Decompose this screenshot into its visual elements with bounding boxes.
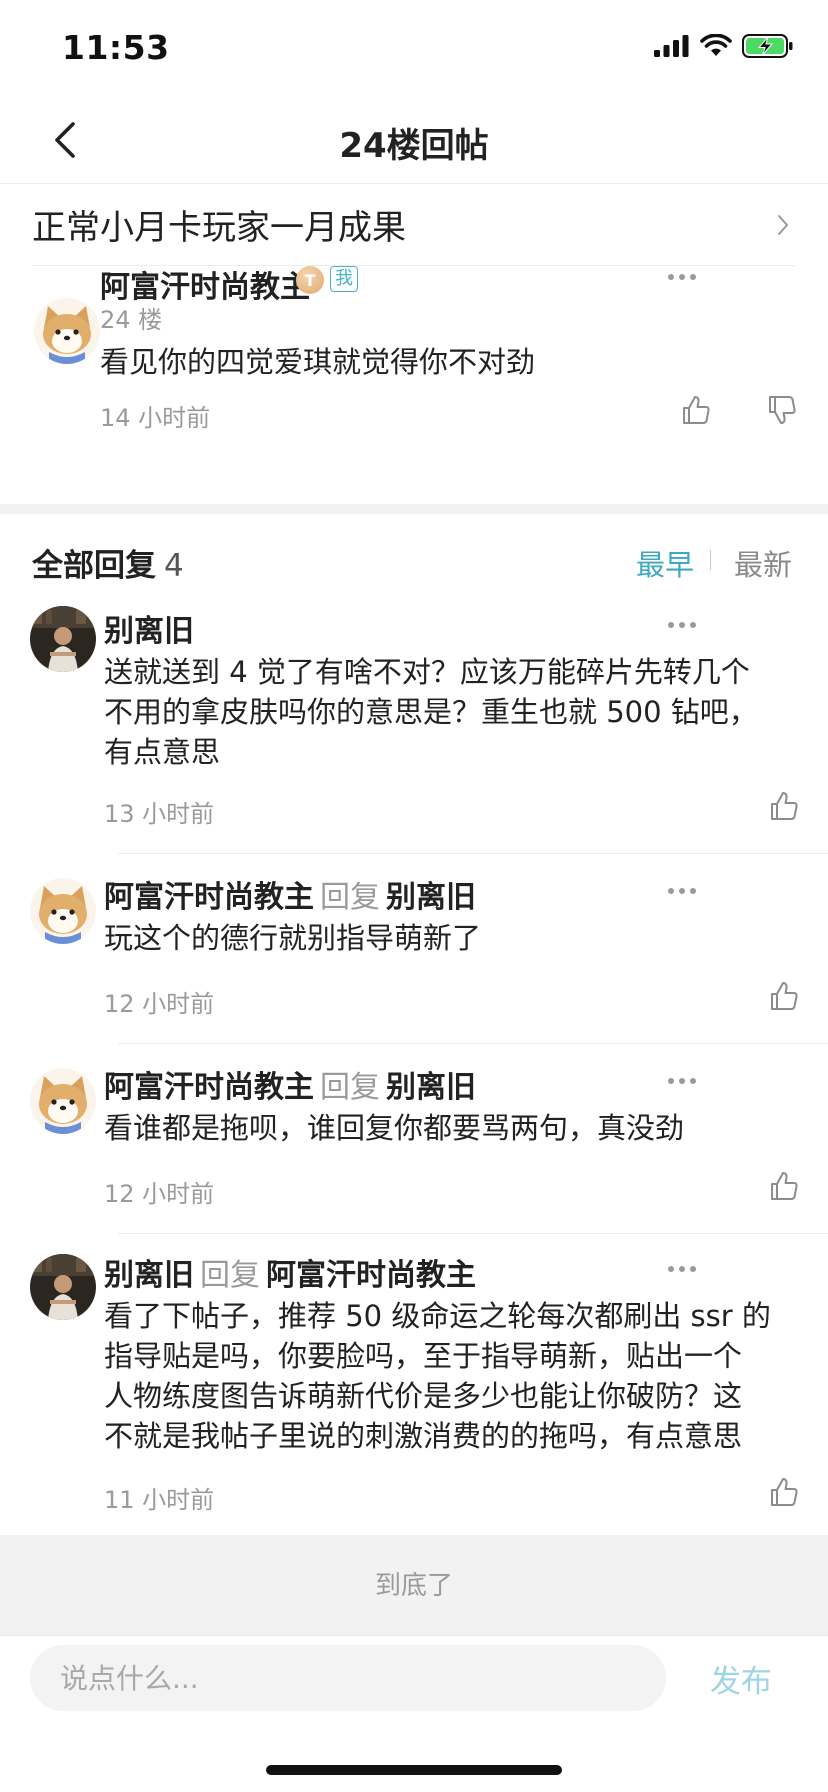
- reply-text: 玩这个的德行就别指导萌新了: [104, 918, 804, 958]
- avatar[interactable]: [30, 1254, 96, 1320]
- reply-text-line: 玩这个的德行就别指导萌新了: [104, 921, 482, 955]
- reply-word: 回复: [200, 1258, 260, 1293]
- thumbs-up-icon: [683, 396, 710, 424]
- status-bar: 11:53: [0, 0, 828, 100]
- replies-header: 全部回复 4 最早 最新: [0, 514, 828, 594]
- replies-count: 4: [164, 548, 184, 584]
- comment-time: 14 小时前: [100, 404, 211, 432]
- reply-text-line: 不用的拿皮肤吗你的意思是？重生也就 500 钻吧，: [104, 695, 758, 729]
- thumbs-up-icon: [771, 792, 798, 820]
- nav-bar: 24楼回帖: [0, 100, 828, 184]
- reply-text-line: 看了下帖子，推荐 50 级命运之轮每次都刷出 ssr 的: [104, 1299, 771, 1333]
- reply-text-line: 看谁都是拖呗，谁回复你都要骂两句，真没劲: [104, 1111, 685, 1145]
- reply-time: 12 小时前: [104, 1180, 215, 1208]
- more-dots-icon: [668, 622, 696, 628]
- reply-to-user[interactable]: 阿富汗时尚教主: [266, 1258, 476, 1293]
- end-of-list-text: 到底了: [374, 1571, 453, 1601]
- avatar[interactable]: [30, 878, 96, 944]
- reply-input[interactable]: [30, 1645, 666, 1711]
- more-dots-icon: [668, 1266, 696, 1272]
- page-title: 24楼回帖: [339, 126, 489, 166]
- more-button[interactable]: [662, 1066, 702, 1096]
- avatar[interactable]: [30, 1068, 96, 1134]
- person-photo-avatar-icon: [30, 606, 96, 672]
- comment-text: 看见你的四觉爱琪就觉得你不对劲: [100, 345, 536, 379]
- reply-text: 送就送到 4 觉了有啥不对？应该万能碎片先转几个 不用的拿皮肤吗你的意思是？重生…: [104, 652, 804, 772]
- thumbs-down-icon: [769, 396, 796, 424]
- reply-text-line: 人物练度图告诉萌新代价是多少也能让你破防？这: [104, 1379, 743, 1413]
- wifi-icon: [700, 34, 732, 56]
- reply-author-line: 阿富汗时尚教主 回复 别离旧: [104, 872, 476, 916]
- more-dots-icon: [668, 1078, 696, 1084]
- reply-author[interactable]: 别离旧: [104, 606, 194, 650]
- reply-text-line: 指导贴是吗，你要脸吗，至于指导萌新，贴出一个: [104, 1339, 743, 1373]
- person-photo-avatar-icon: [30, 1254, 96, 1320]
- sort-earliest-button[interactable]: 最早: [636, 542, 694, 584]
- reply-author[interactable]: 阿富汗时尚教主: [104, 880, 314, 915]
- thumbs-up-icon: [771, 1478, 798, 1506]
- reply-item: 别离旧 送就送到 4 觉了有啥不对？应该万能碎片先转几个 不用的拿皮肤吗你的意思…: [0, 594, 828, 854]
- home-indicator: [266, 1765, 562, 1775]
- sort-separator: [710, 550, 711, 570]
- replies-title-label: 全部回复: [32, 548, 156, 584]
- status-time: 11:53: [62, 28, 170, 67]
- main-comment: 阿富汗时尚教主 T 我 24 楼 看见你的四觉爱琪就觉得你不对劲 14 小时前: [0, 266, 828, 504]
- avatar[interactable]: [34, 298, 100, 364]
- avatar[interactable]: [30, 606, 96, 672]
- reply-text-line: 送就送到 4 觉了有啥不对？应该万能碎片先转几个: [104, 655, 750, 689]
- like-button[interactable]: [764, 786, 804, 826]
- reply-author[interactable]: 阿富汗时尚教主: [104, 1070, 314, 1105]
- reply-time: 11 小时前: [104, 1486, 215, 1514]
- shiba-avatar-icon: [30, 1068, 96, 1134]
- reply-text: 看谁都是拖呗，谁回复你都要骂两句，真没劲: [104, 1108, 804, 1148]
- floor-label: 24 楼: [100, 306, 163, 334]
- status-icons: [654, 34, 794, 58]
- original-post-link[interactable]: 正常小月卡玩家一月成果: [32, 184, 796, 266]
- reply-text-line: 有点意思: [104, 735, 221, 769]
- like-button[interactable]: [764, 1472, 804, 1512]
- reply-author-line: 别离旧 回复 阿富汗时尚教主: [104, 1250, 476, 1294]
- thumbs-up-icon: [771, 1172, 798, 1200]
- reply-word: 回复: [320, 880, 380, 915]
- battery-icon: [742, 34, 793, 58]
- shiba-avatar-icon: [34, 298, 100, 364]
- reply-item: 别离旧 回复 阿富汗时尚教主 看了下帖子，推荐 50 级命运之轮每次都刷出 ssr …: [0, 1234, 828, 1534]
- sort-latest-button[interactable]: 最新: [734, 542, 792, 584]
- section-divider: [0, 504, 828, 514]
- reply-text-line: 不就是我帖子里说的刺激消费的的拖吗，有点意思: [104, 1419, 743, 1453]
- like-button[interactable]: [764, 976, 804, 1016]
- more-dots-icon: [668, 888, 696, 894]
- replies-title: 全部回复 4: [32, 540, 184, 585]
- reply-text: 看了下帖子，推荐 50 级命运之轮每次都刷出 ssr 的 指导贴是吗，你要脸吗，…: [104, 1296, 814, 1456]
- thumbs-up-icon: [771, 982, 798, 1010]
- reply-author[interactable]: 别离旧: [104, 1258, 194, 1293]
- more-dots-icon: [668, 274, 696, 280]
- shiba-avatar-icon: [30, 878, 96, 944]
- like-button[interactable]: [764, 1166, 804, 1206]
- more-button[interactable]: [662, 1254, 702, 1284]
- more-button[interactable]: [662, 262, 702, 292]
- more-button[interactable]: [662, 610, 702, 640]
- signal-icon: [654, 35, 689, 57]
- me-badge: 我: [330, 266, 358, 292]
- level-badge: T: [296, 266, 324, 294]
- reply-item: 阿富汗时尚教主 回复 别离旧 玩这个的德行就别指导萌新了 12 小时前: [0, 854, 828, 1044]
- reply-to-user[interactable]: 别离旧: [386, 880, 476, 915]
- like-button[interactable]: [676, 390, 716, 430]
- end-of-list: 到底了: [0, 1535, 828, 1635]
- reply-time: 12 小时前: [104, 990, 215, 1018]
- publish-button[interactable]: 发布: [710, 1656, 772, 1701]
- more-button[interactable]: [662, 876, 702, 906]
- reply-item: 阿富汗时尚教主 回复 别离旧 看谁都是拖呗，谁回复你都要骂两句，真没劲 12 小时前: [0, 1044, 828, 1234]
- dislike-button[interactable]: [762, 390, 802, 430]
- chevron-right-icon: [778, 214, 788, 235]
- original-post-title: 正常小月卡玩家一月成果: [32, 208, 406, 248]
- reply-time: 13 小时前: [104, 800, 215, 828]
- reply-word: 回复: [320, 1070, 380, 1105]
- reply-author-line: 阿富汗时尚教主 回复 别离旧: [104, 1062, 476, 1106]
- reply-to-user[interactable]: 别离旧: [386, 1070, 476, 1105]
